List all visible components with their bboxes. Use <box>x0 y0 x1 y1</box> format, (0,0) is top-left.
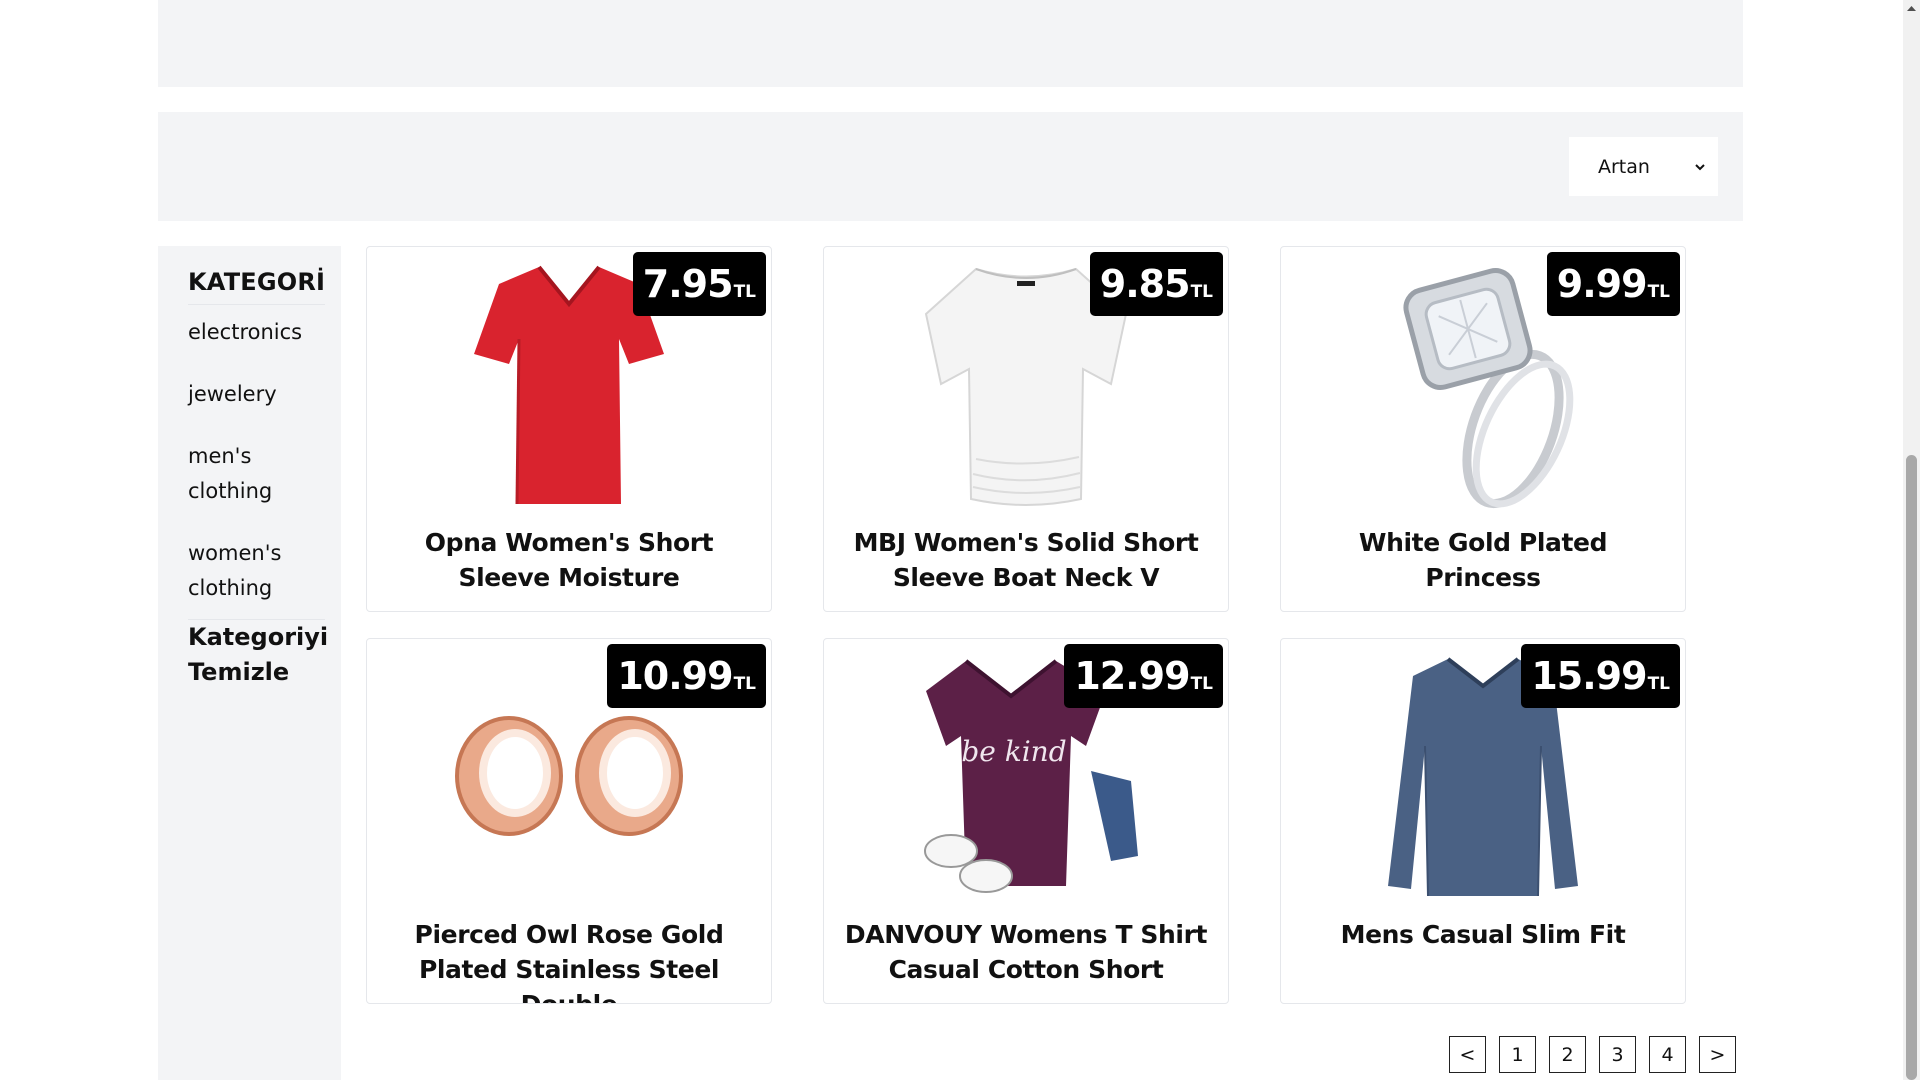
category-item-mens-clothing[interactable]: men's clothing <box>188 425 318 522</box>
product-name: Pierced Owl Rose Gold Plated Stainless S… <box>414 920 724 1003</box>
page-button-3[interactable]: 3 <box>1599 1036 1636 1073</box>
chevron-down-icon <box>1695 163 1705 170</box>
clear-category-button[interactable]: Kategoriyi Temizle <box>188 619 328 690</box>
pagination: < 1 2 3 4 > <box>1449 1036 1736 1073</box>
scroll-up-arrow-icon[interactable] <box>1905 2 1918 15</box>
page-button-2[interactable]: 2 <box>1549 1036 1586 1073</box>
price-tag: 7.95 TL <box>632 252 766 316</box>
page-button-1[interactable]: 1 <box>1499 1036 1536 1073</box>
product-name: Mens Casual Slim Fit <box>1340 920 1626 949</box>
product-card[interactable]: 7.95 TL Opna Women's Short Sleeve Moistu… <box>366 246 772 612</box>
price-value: 12.99 <box>1074 654 1190 698</box>
scrollbar-thumb[interactable] <box>1906 455 1917 1080</box>
product-name: White Gold Plated Princess <box>1358 528 1608 592</box>
price-tag: 15.99 TL <box>1521 644 1680 708</box>
currency-label: TL <box>1190 282 1213 302</box>
price-value: 15.99 <box>1531 654 1647 698</box>
price-value: 9.85 <box>1099 262 1191 306</box>
product-card[interactable]: 9.85 TL MBJ Women's Solid Short Sleeve B… <box>823 246 1229 612</box>
category-sidebar: KATEGORİ electronics jewelery men's clot… <box>158 246 341 1080</box>
price-tag: 12.99 TL <box>1064 644 1223 708</box>
top-banner <box>158 0 1743 87</box>
price-value: 7.95 <box>642 262 734 306</box>
price-value: 10.99 <box>617 654 733 698</box>
product-card[interactable]: be kind 12.99 TL DANVOUY Womens T Shirt … <box>823 638 1229 1004</box>
tshirt-print-text: be kind <box>961 735 1066 768</box>
product-card[interactable]: 15.99 TL Mens Casual Slim Fit <box>1280 638 1686 1004</box>
sort-bar: Artan <box>158 112 1743 221</box>
price-tag: 9.85 TL <box>1089 252 1223 316</box>
currency-label: TL <box>1647 282 1670 302</box>
category-item-electronics[interactable]: electronics <box>188 305 318 363</box>
product-name: MBJ Women's Solid Short Sleeve Boat Neck… <box>853 528 1199 592</box>
product-card[interactable]: 9.99 TL White Gold Plated Princess <box>1280 246 1686 612</box>
category-item-jewelery[interactable]: jewelery <box>188 363 318 425</box>
product-card[interactable]: 10.99 TL Pierced Owl Rose Gold Plated St… <box>366 638 772 1004</box>
product-name: DANVOUY Womens T Shirt Casual Cotton Sho… <box>844 920 1208 984</box>
category-list: electronics jewelery men's clothing wome… <box>188 305 341 619</box>
price-tag: 10.99 TL <box>607 644 766 708</box>
next-page-button[interactable]: > <box>1699 1036 1736 1073</box>
price-tag: 9.99 TL <box>1546 252 1680 316</box>
prev-page-button[interactable]: < <box>1449 1036 1486 1073</box>
currency-label: TL <box>733 282 756 302</box>
sort-select[interactable]: Artan <box>1569 137 1718 196</box>
price-value: 9.99 <box>1556 262 1648 306</box>
currency-label: TL <box>1647 674 1670 694</box>
product-name: Opna Women's Short Sleeve Moisture <box>424 528 714 592</box>
currency-label: TL <box>733 674 756 694</box>
currency-label: TL <box>1190 674 1213 694</box>
sort-select-value: Artan <box>1598 155 1650 178</box>
page-button-4[interactable]: 4 <box>1649 1036 1686 1073</box>
sidebar-title: KATEGORİ <box>188 268 325 305</box>
category-item-womens-clothing[interactable]: women's clothing <box>188 522 318 619</box>
